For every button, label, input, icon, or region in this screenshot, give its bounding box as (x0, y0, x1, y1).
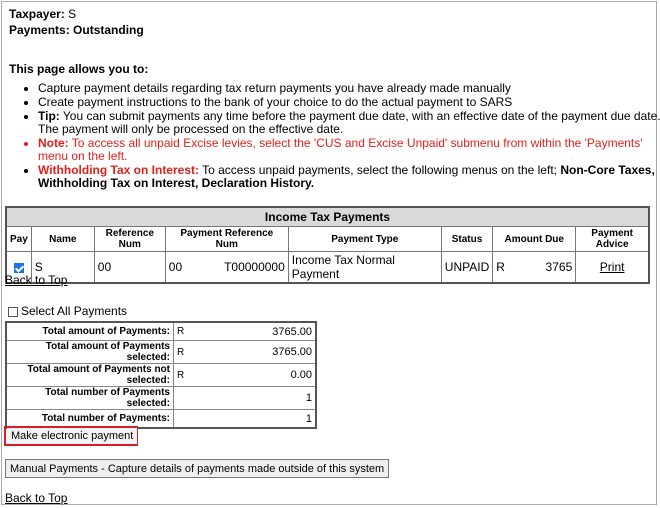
total-currency: R (173, 340, 188, 364)
payments-label: Payments: (9, 23, 70, 37)
table-caption: Income Tax Payments (5, 206, 650, 227)
total-value: 0.00 (188, 363, 317, 387)
total-label: Total amount of Payments not selected: (5, 363, 174, 387)
select-all-label: Select All Payments (21, 304, 128, 318)
back-to-top-link-bottom[interactable]: Back to Top (5, 491, 67, 505)
col-payment-reference-num: Payment Reference Num (164, 226, 289, 252)
payment-ref-suffix: T00000000 (224, 260, 285, 274)
col-pay: Pay (5, 226, 32, 252)
total-currency (173, 386, 188, 410)
bullet-text: Create payment instructions to the bank … (38, 95, 513, 109)
total-value: 1 (188, 386, 317, 410)
total-value: 3765.00 (188, 340, 317, 364)
table-row: Total amount of Payments selected: R 376… (5, 340, 317, 364)
total-value: 1 (188, 409, 317, 429)
wt-text: To access unpaid payments, select the fo… (199, 163, 561, 177)
advice-cell: Print (575, 251, 650, 284)
pay-checkbox[interactable] (13, 262, 24, 273)
taxpayer-line: Taxpayer: S (9, 7, 76, 21)
total-currency: R (173, 321, 188, 341)
tip-text: You can submit payments any time before … (38, 109, 660, 136)
amount-due-cell: R 3765 (492, 251, 577, 284)
col-reference-num: Reference Num (93, 226, 166, 252)
amount-value: 3765 (545, 260, 573, 274)
note-label: Note: (38, 136, 69, 150)
col-amount-due: Amount Due (492, 226, 577, 252)
total-label: Total amount of Payments selected: (5, 340, 174, 364)
payments-value: Outstanding (73, 23, 144, 37)
list-item: Tip: You can submit payments any time be… (38, 110, 660, 136)
amount-currency: R (496, 260, 505, 274)
list-item: Withholding Tax on Interest: To access u… (38, 164, 660, 190)
totals-table: Total amount of Payments: R 3765.00 Tota… (5, 321, 317, 429)
select-all-checkbox[interactable] (8, 306, 18, 317)
list-item: Note: To access all unpaid Excise levies… (38, 137, 660, 163)
bullet-text: Capture payment details regarding tax re… (38, 81, 511, 95)
taxpayer-label: Taxpayer: (9, 7, 65, 21)
col-payment-type: Payment Type (287, 226, 442, 252)
table-row: S 00 00 T00000000 Income Tax Normal Paym… (5, 251, 650, 284)
intro-list: Capture payment details regarding tax re… (20, 82, 660, 191)
col-payment-advice: Payment Advice (575, 226, 650, 252)
reference-num-cell: 00 (93, 251, 166, 284)
total-currency (173, 409, 188, 429)
table-header-row: Pay Name Reference Num Payment Reference… (5, 226, 650, 252)
table-row: Total amount of Payments not selected: R… (5, 363, 317, 387)
payments-line: Payments: Outstanding (9, 23, 144, 37)
wt-label: Withholding Tax on Interest: (38, 163, 199, 177)
payment-type-cell: Income Tax Normal Payment (287, 251, 442, 284)
total-value: 3765.00 (188, 321, 317, 341)
payment-ref-prefix: 00 (168, 260, 183, 274)
total-label: Total number of Payments selected: (5, 386, 174, 410)
total-label: Total amount of Payments: (5, 321, 174, 341)
make-electronic-payment-button[interactable]: Make electronic payment (7, 428, 138, 444)
intro-heading: This page allows you to: (9, 62, 149, 76)
print-link[interactable]: Print (600, 260, 625, 274)
list-item: Capture payment details regarding tax re… (38, 82, 660, 95)
payment-ref-cell: 00 T00000000 (164, 251, 289, 284)
back-to-top-link[interactable]: Back to Top (5, 273, 67, 287)
manual-payments-button[interactable]: Manual Payments - Capture details of pay… (5, 459, 390, 478)
status-cell: UNPAID (440, 251, 494, 284)
note-text: To access all unpaid Excise levies, sele… (38, 136, 643, 163)
income-tax-payments-table: Income Tax Payments Pay Name Reference N… (5, 206, 650, 284)
taxpayer-value: S (68, 7, 77, 21)
col-status: Status (440, 226, 494, 252)
list-item: Create payment instructions to the bank … (38, 96, 660, 109)
tip-label: Tip: (38, 109, 60, 123)
total-currency: R (173, 363, 188, 387)
select-all-row: Select All Payments (8, 304, 127, 318)
table-row: Total number of Payments selected: 1 (5, 386, 317, 410)
col-name: Name (30, 226, 95, 252)
table-row: Total amount of Payments: R 3765.00 (5, 321, 317, 341)
